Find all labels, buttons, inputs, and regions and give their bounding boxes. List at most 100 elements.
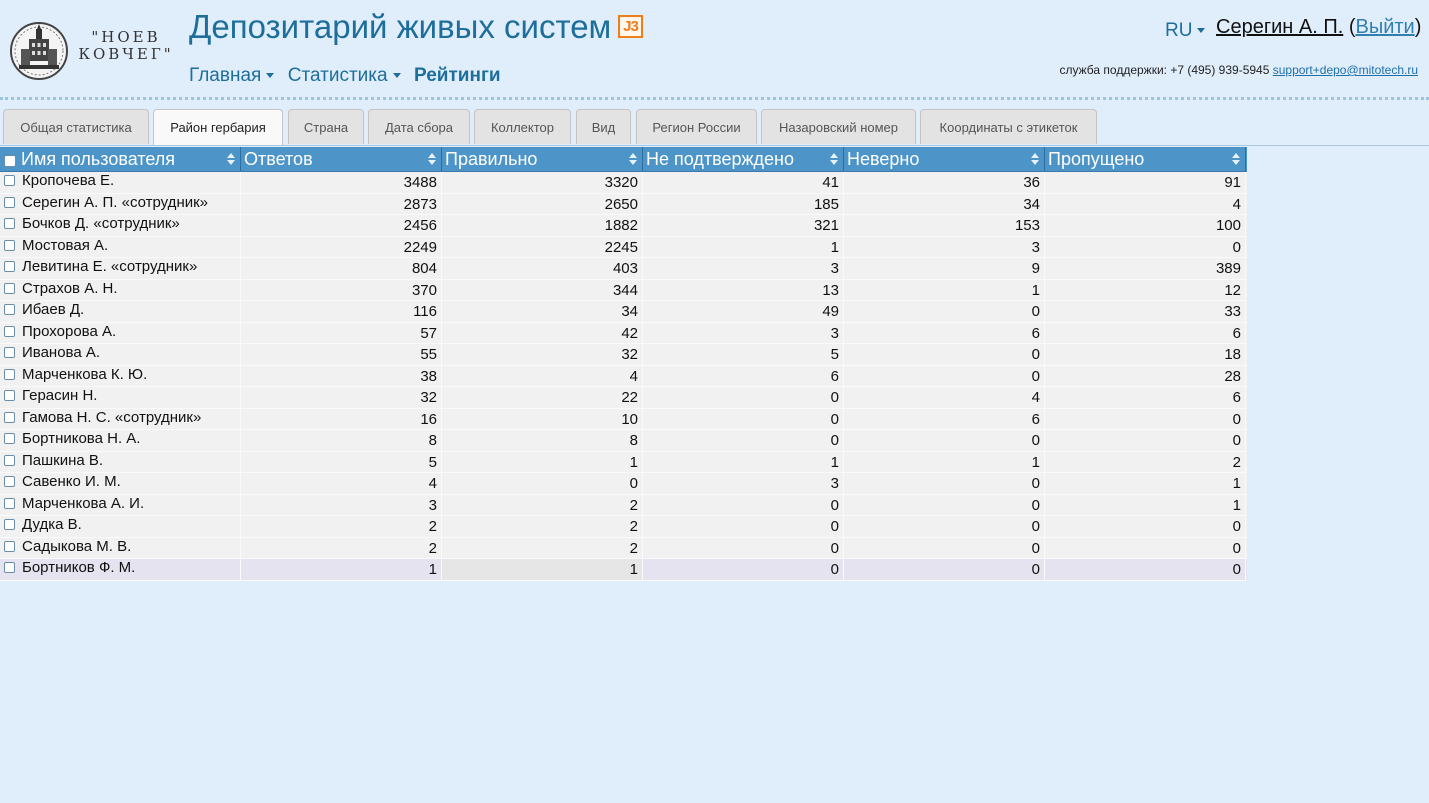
cell-skipped: 389 <box>1045 258 1246 279</box>
cell-unconfirmed: 185 <box>643 193 844 215</box>
tab-collection-date[interactable]: Дата сбора <box>368 109 470 144</box>
tab-russia-region[interactable]: Регион России <box>636 109 757 144</box>
row-checkbox[interactable] <box>4 175 15 186</box>
nav-item-ratings[interactable]: Рейтинги <box>414 65 501 87</box>
nav-item-main[interactable]: Главная <box>189 65 275 87</box>
cell-skipped: 0 <box>1045 430 1246 451</box>
column-header-answers[interactable]: Ответов <box>241 147 442 171</box>
table-row[interactable]: Савенко И. М. 4 0 3 0 1 <box>0 473 1247 495</box>
table-header: Имя пользователя Ответов Правильно Не по… <box>0 147 1247 172</box>
cell-correct: 2650 <box>442 193 643 215</box>
table-row[interactable]: Левитина Е. «сотрудник» 804 403 3 9 389 <box>0 258 1247 280</box>
cell-username: Марченкова К. Ю. <box>18 365 241 387</box>
nav-item-statistics[interactable]: Статистика <box>288 65 401 87</box>
cell-wrong: 6 <box>844 408 1045 430</box>
cell-unconfirmed: 6 <box>643 365 844 387</box>
table-row[interactable]: Гамова Н. С. «сотрудник» 16 10 0 6 0 <box>0 408 1247 430</box>
cell-correct: 4 <box>442 365 643 387</box>
table-row[interactable]: Бочков Д. «сотрудник» 2456 1882 321 153 100 <box>0 215 1247 237</box>
cell-skipped: 1 <box>1045 494 1246 516</box>
cell-correct: 42 <box>442 322 643 344</box>
tab-species[interactable]: Вид <box>576 109 631 144</box>
column-header-label: Пропущено <box>1048 149 1145 169</box>
table-row[interactable]: Марченкова А. И. 3 2 0 0 1 <box>0 494 1247 516</box>
tab-general-statistics[interactable]: Общая статистика <box>3 109 149 144</box>
row-checkbox[interactable] <box>4 239 15 251</box>
table-row[interactable]: Кропочева Е. 3488 3320 41 36 91 <box>0 172 1247 194</box>
table-body: Кропочева Е. 3488 3320 41 36 91 Серегин А. П. … <box>0 172 1247 581</box>
support-email-link[interactable]: support+depo@mitotech.ru <box>1273 63 1418 77</box>
cell-skipped: 12 <box>1045 279 1246 301</box>
row-checkbox[interactable] <box>4 411 15 423</box>
select-all-checkbox[interactable] <box>4 155 16 167</box>
row-checkbox[interactable] <box>4 304 15 315</box>
user-name-link[interactable]: Серегин А. П. <box>1216 16 1343 38</box>
cell-username: Дудка В. <box>18 516 241 537</box>
cell-skipped: 6 <box>1045 322 1246 344</box>
cell-correct: 3320 <box>442 172 643 193</box>
row-checkbox[interactable] <box>4 282 15 294</box>
column-header-wrong[interactable]: Неверно <box>844 147 1045 171</box>
table-row[interactable]: Ибаев Д. 116 34 49 0 33 <box>0 301 1247 323</box>
table-row[interactable]: Марченкова К. Ю. 38 4 6 0 28 <box>0 365 1247 387</box>
row-checkbox[interactable] <box>4 540 15 552</box>
support-phone-text: служба поддержки: +7 (495) 939-5945 <box>1059 63 1270 77</box>
cell-wrong: 1 <box>844 279 1045 301</box>
row-checkbox[interactable] <box>4 562 15 573</box>
row-checkbox[interactable] <box>4 325 15 337</box>
cell-skipped: 0 <box>1045 408 1246 430</box>
table-row[interactable]: Серегин А. П. «сотрудник» 2873 2650 185 34 4 <box>0 193 1247 215</box>
table-row[interactable]: Пашкина В. 5 1 1 1 2 <box>0 451 1247 473</box>
table-row[interactable]: Мостовая А. 2249 2245 1 3 0 <box>0 236 1247 258</box>
tab-country[interactable]: Страна <box>288 109 364 144</box>
row-checkbox[interactable] <box>4 368 15 380</box>
chevron-down-icon <box>1197 28 1206 34</box>
column-header-correct[interactable]: Правильно <box>442 147 643 171</box>
table-row[interactable]: Дудка В. 2 2 0 0 0 <box>0 516 1247 538</box>
table-row[interactable]: Бортников Ф. М. 1 1 0 0 0 <box>0 559 1247 581</box>
logout-link[interactable]: Выйти <box>1356 16 1415 38</box>
cell-answers: 3 <box>241 494 442 516</box>
table-row[interactable]: Бортникова Н. А. 8 8 0 0 0 <box>0 430 1247 452</box>
table-row[interactable]: Прохорова А. 57 42 3 6 6 <box>0 322 1247 344</box>
table-row[interactable]: Садыкова М. В. 2 2 0 0 0 <box>0 537 1247 559</box>
cell-correct: 1882 <box>442 215 643 236</box>
cell-answers: 2 <box>241 516 442 537</box>
column-header-unconfirmed[interactable]: Не подтверждено <box>643 147 844 171</box>
row-checkbox[interactable] <box>4 433 15 444</box>
tab-label-coordinates[interactable]: Координаты с этикеток <box>920 109 1097 144</box>
table-row[interactable]: Герасин Н. 32 22 0 4 6 <box>0 387 1247 409</box>
row-checkbox[interactable] <box>4 196 15 208</box>
tab-herbarium-district[interactable]: Район гербария <box>153 109 283 145</box>
row-checkbox[interactable] <box>4 497 15 509</box>
cell-wrong: 6 <box>844 322 1045 344</box>
cell-correct: 2 <box>442 516 643 537</box>
row-checkbox[interactable] <box>4 454 15 466</box>
row-checkbox[interactable] <box>4 390 15 401</box>
cell-answers: 55 <box>241 344 442 365</box>
cell-answers: 5 <box>241 451 442 473</box>
paren-close: ) <box>1414 16 1422 38</box>
table-row[interactable]: Иванова А. 55 32 5 0 18 <box>0 344 1247 366</box>
row-checkbox[interactable] <box>4 519 15 530</box>
table-row[interactable]: Страхов А. Н. 370 344 13 1 12 <box>0 279 1247 301</box>
row-checkbox[interactable] <box>4 218 15 229</box>
cell-wrong: 0 <box>844 537 1045 559</box>
column-header-label: Ответов <box>244 149 313 169</box>
column-header-username[interactable]: Имя пользователя <box>18 147 241 171</box>
nav-item-label: Статистика <box>287 65 388 86</box>
cell-unconfirmed: 0 <box>643 559 844 580</box>
tab-nazarov-number[interactable]: Назаровский номер <box>761 109 916 144</box>
row-checkbox[interactable] <box>4 347 15 358</box>
cell-wrong: 0 <box>844 516 1045 537</box>
chevron-down-icon <box>266 73 275 79</box>
column-header-skipped[interactable]: Пропущено <box>1045 147 1246 171</box>
row-checkbox[interactable] <box>4 476 15 487</box>
tab-collector[interactable]: Коллектор <box>474 109 571 144</box>
j3-badge-icon[interactable]: J3 <box>618 15 643 38</box>
logo-emblem-icon <box>10 22 68 80</box>
cell-correct: 1 <box>442 451 643 473</box>
row-checkbox[interactable] <box>4 261 15 272</box>
cell-answers: 3488 <box>241 172 442 193</box>
language-selector[interactable]: RU <box>1165 20 1206 42</box>
